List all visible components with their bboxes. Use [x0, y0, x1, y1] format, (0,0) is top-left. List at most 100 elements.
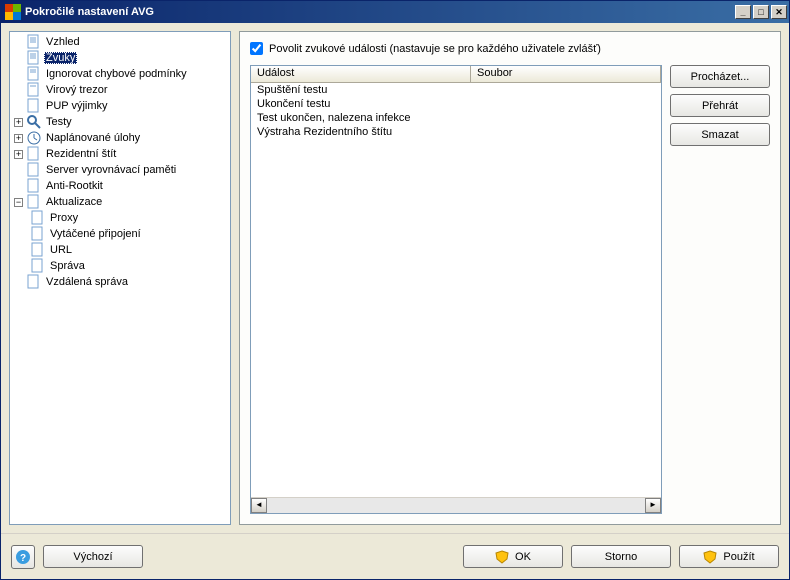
tree-item-anti-rootkit[interactable]: Anti-Rootkit — [14, 178, 228, 194]
close-button[interactable]: ✕ — [771, 5, 787, 19]
tree-label: Anti-Rootkit — [44, 180, 105, 192]
ok-button[interactable]: OK — [463, 545, 563, 568]
side-buttons: Procházet... Přehrát Smazat — [670, 65, 770, 514]
shield-icon — [703, 550, 717, 564]
tree-item-testy[interactable]: + Testy — [14, 114, 228, 130]
magnifier-icon — [26, 114, 42, 130]
list-body[interactable]: Spuštění testu Ukončení testu Test ukonč… — [251, 83, 661, 497]
tree-expander-blank — [14, 278, 23, 287]
tree-item-url[interactable]: URL — [30, 242, 228, 258]
tree-expander-blank — [14, 182, 23, 191]
page-icon — [26, 50, 42, 66]
column-event[interactable]: Událost — [251, 66, 471, 82]
help-button[interactable]: ? — [11, 545, 35, 569]
tree-label: Rezidentní štít — [44, 148, 118, 160]
tree-label: Testy — [44, 116, 74, 128]
list-item[interactable]: Spuštění testu — [251, 83, 661, 97]
tree-expander-plus-icon[interactable]: + — [14, 134, 23, 143]
main-row: Událost Soubor Spuštění testu Ukončení t… — [250, 65, 770, 514]
tree-label: Vzhled — [44, 36, 82, 48]
page-icon — [26, 162, 42, 178]
tree-expander-blank — [14, 54, 23, 63]
list-header: Událost Soubor — [251, 66, 661, 83]
cancel-button[interactable]: Storno — [571, 545, 671, 568]
page-icon — [26, 34, 42, 50]
page-icon — [30, 226, 46, 242]
column-file[interactable]: Soubor — [471, 66, 661, 82]
svg-text:?: ? — [20, 553, 26, 564]
default-button[interactable]: Výchozí — [43, 545, 143, 568]
window-title: Pokročilé nastavení AVG — [25, 6, 735, 18]
tree-label: Aktualizace — [44, 196, 104, 208]
apply-label: Použít — [723, 551, 754, 563]
shield-icon — [495, 550, 509, 564]
enable-sounds-label: Povolit zvukové události (nastavuje se p… — [269, 43, 601, 55]
page-icon — [26, 194, 42, 210]
tree-label: Správa — [48, 260, 87, 272]
tree-item-vzhled[interactable]: Vzhled — [14, 34, 228, 50]
page-icon — [26, 146, 42, 162]
page-icon — [26, 178, 42, 194]
page-icon — [26, 274, 42, 290]
scroll-right-icon[interactable]: ► — [645, 498, 661, 513]
detail-panel: Povolit zvukové události (nastavuje se p… — [239, 31, 781, 525]
tree-expander-blank — [14, 86, 23, 95]
enable-sounds-checkbox[interactable] — [250, 42, 263, 55]
tree-expander-blank — [14, 102, 23, 111]
list-item[interactable]: Test ukončen, nalezena infekce — [251, 111, 661, 125]
page-icon — [30, 242, 46, 258]
enable-sounds-checkbox-row[interactable]: Povolit zvukové události (nastavuje se p… — [250, 42, 770, 55]
tree-expander-plus-icon[interactable]: + — [14, 150, 23, 159]
ok-label: OK — [515, 551, 531, 563]
page-icon — [26, 82, 42, 98]
scroll-track[interactable] — [267, 498, 645, 513]
tree-item-server[interactable]: Server vyrovnávací paměti — [14, 162, 228, 178]
tree-expander-blank — [14, 166, 23, 175]
horizontal-scrollbar[interactable]: ◄ ► — [251, 497, 661, 513]
help-icon: ? — [15, 549, 31, 565]
tree-item-zvuky[interactable]: Zvuky — [14, 50, 228, 66]
tree-label: Naplánované úlohy — [44, 132, 142, 144]
tree-label-selected: Zvuky — [44, 52, 77, 64]
app-icon — [5, 4, 21, 20]
events-listview[interactable]: Událost Soubor Spuštění testu Ukončení t… — [250, 65, 662, 514]
tree-item-virovy-trezor[interactable]: Virový trezor — [14, 82, 228, 98]
page-icon — [26, 98, 42, 114]
tree-item-naplanovane[interactable]: + Naplánované úlohy — [14, 130, 228, 146]
window-controls: _ □ ✕ — [735, 5, 787, 19]
tree-label: PUP výjimky — [44, 100, 110, 112]
list-item[interactable]: Výstraha Rezidentního štítu — [251, 125, 661, 139]
list-item[interactable]: Ukončení testu — [251, 97, 661, 111]
settings-tree: Vzhled Zvuky Ignorovat chybové podmínky — [12, 34, 228, 290]
minimize-button[interactable]: _ — [735, 5, 751, 19]
tree-expander-plus-icon[interactable]: + — [14, 118, 23, 127]
scroll-left-icon[interactable]: ◄ — [251, 498, 267, 513]
play-button[interactable]: Přehrát — [670, 94, 770, 117]
clock-icon — [26, 130, 42, 146]
page-icon — [30, 258, 46, 274]
tree-item-pup[interactable]: PUP výjimky — [14, 98, 228, 114]
browse-button[interactable]: Procházet... — [670, 65, 770, 88]
tree-panel[interactable]: Vzhled Zvuky Ignorovat chybové podmínky — [9, 31, 231, 525]
tree-item-ignorovat[interactable]: Ignorovat chybové podmínky — [14, 66, 228, 82]
tree-item-vytacene[interactable]: Vytáčené připojení — [30, 226, 228, 242]
tree-item-rezidentni[interactable]: + Rezidentní štít — [14, 146, 228, 162]
titlebar[interactable]: Pokročilé nastavení AVG _ □ ✕ — [1, 1, 789, 23]
delete-button[interactable]: Smazat — [670, 123, 770, 146]
tree-label: Ignorovat chybové podmínky — [44, 68, 189, 80]
tree-expander-blank — [14, 38, 23, 47]
tree-expander-blank — [14, 70, 23, 79]
maximize-button[interactable]: □ — [753, 5, 769, 19]
tree-item-sprava[interactable]: Správa — [30, 258, 228, 274]
page-icon — [30, 210, 46, 226]
tree-item-vzdalena[interactable]: Vzdálená správa — [14, 274, 228, 290]
tree-label: Proxy — [48, 212, 80, 224]
page-icon — [26, 66, 42, 82]
tree-label: URL — [48, 244, 74, 256]
tree-label: Vzdálená správa — [44, 276, 130, 288]
tree-expander-minus-icon[interactable]: − — [14, 198, 23, 207]
tree-item-proxy[interactable]: Proxy — [30, 210, 228, 226]
content-area: Vzhled Zvuky Ignorovat chybové podmínky — [1, 23, 789, 533]
apply-button[interactable]: Použít — [679, 545, 779, 568]
tree-item-aktualizace[interactable]: − Aktualizace — [14, 194, 228, 210]
